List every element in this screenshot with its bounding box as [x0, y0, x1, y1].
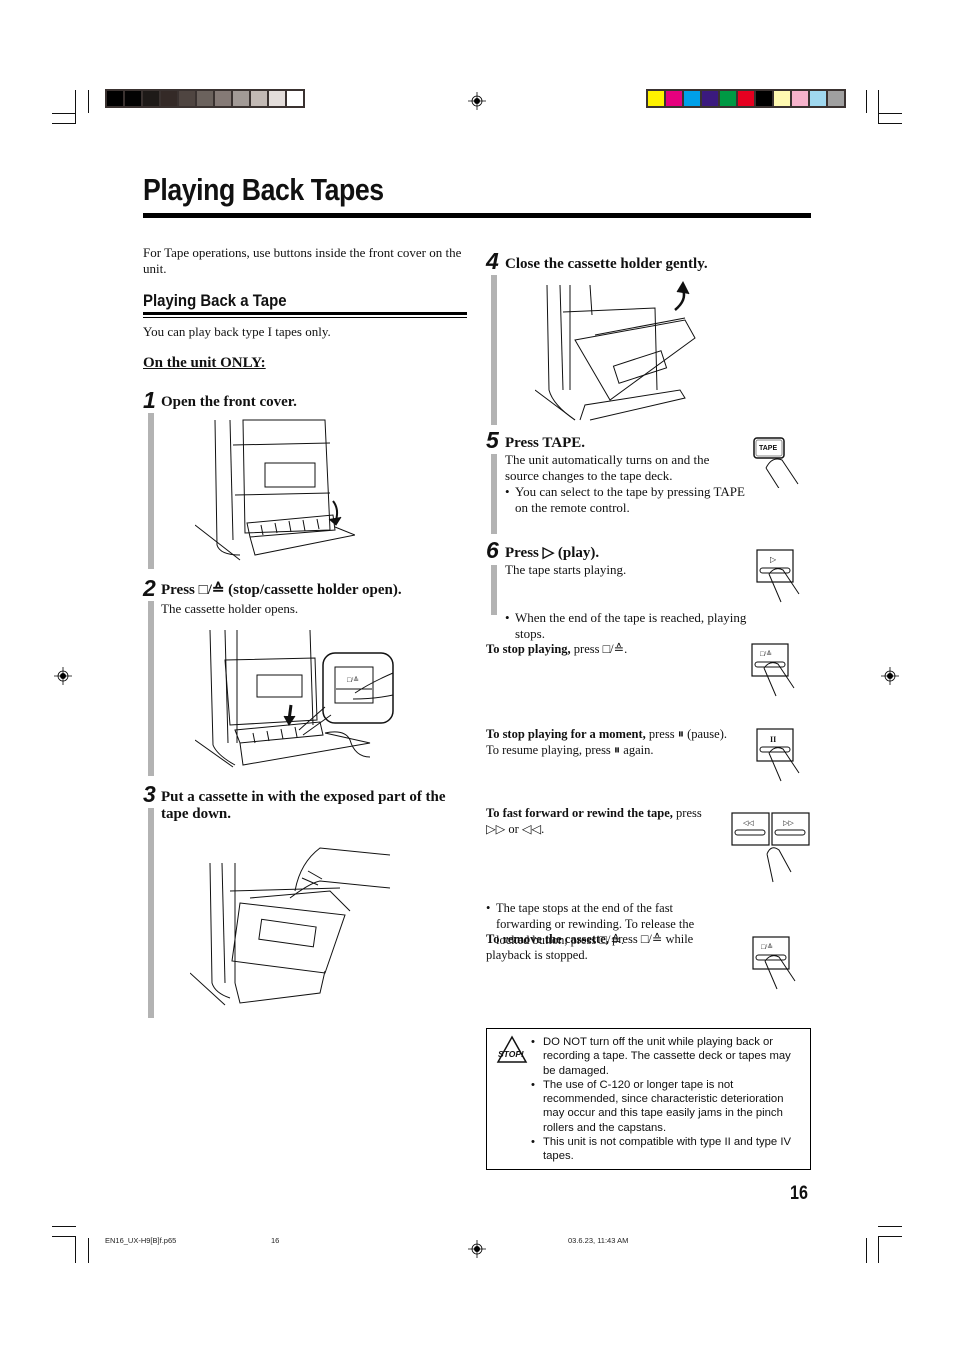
svg-text:□/≙: □/≙ — [347, 676, 359, 684]
caution-item: This unit is not compatible with type II… — [531, 1135, 801, 1164]
stop-eject-button-press-illustration[interactable]: □/≙ — [750, 642, 798, 700]
svg-text:▷▷: ▷▷ — [783, 819, 794, 827]
calibration-swatch — [143, 91, 159, 106]
calibration-swatch — [251, 91, 267, 106]
footer-page: 16 — [271, 1236, 280, 1245]
calibration-swatch — [215, 91, 231, 106]
step-bar — [491, 275, 497, 425]
step-number: 2 — [143, 575, 156, 601]
step-bar — [491, 565, 497, 615]
step-number: 6 — [486, 537, 499, 563]
insert-cassette-illustration — [189, 843, 395, 1008]
calibration-swatch — [666, 91, 682, 106]
step-bar — [148, 413, 154, 569]
step-body: The cassette holder opens. — [161, 601, 299, 616]
calibration-swatch — [125, 91, 141, 106]
calibration-swatch — [107, 91, 123, 106]
registration-target-icon — [881, 667, 899, 685]
caution-item: The use of C-120 or longer tape is not r… — [531, 1078, 801, 1135]
step-bullet: You can select to the tape by pressing T… — [505, 484, 750, 516]
svg-text:▷: ▷ — [770, 555, 777, 564]
step-bullet: When the end of the tape is reached, pla… — [505, 610, 750, 642]
step-6: 6 Press ▷ (play). The tape starts playin… — [0, 32, 954, 641]
step-number: 3 — [143, 781, 156, 807]
ffwd-rewind-button-press-illustration[interactable]: ◁◁ ▷▷ — [731, 812, 811, 884]
section-rule — [143, 312, 467, 315]
play-button-press-illustration[interactable]: ▷ — [755, 548, 803, 608]
calibration-swatch — [702, 91, 718, 106]
step-number: 5 — [486, 427, 499, 453]
stop-eject-button-press-illustration[interactable]: □/≙ — [751, 935, 799, 993]
svg-text:TAPE: TAPE — [759, 445, 777, 452]
step-heading: Close the cassette holder gently. — [505, 256, 708, 272]
stop-warning-icon: STOP! — [496, 1035, 528, 1063]
tape-button-press-illustration[interactable]: TAPE — [752, 436, 800, 491]
step-bar — [148, 601, 154, 776]
caution-box: STOP! DO NOT turn off the unit while pla… — [486, 1028, 811, 1170]
operation-text: To fast forward or rewind the tape, pres… — [486, 806, 702, 836]
operation-text: To stop playing for a moment, press ⏸ (p… — [486, 727, 727, 741]
step-number: 4 — [486, 248, 499, 274]
calibration-swatch — [756, 91, 772, 106]
close-cassette-holder-illustration — [534, 280, 705, 425]
footer-timestamp: 03.6.23, 11:43 AM — [568, 1236, 629, 1245]
operation-extra: To resume playing, press ⏸ again. — [486, 743, 654, 757]
step-heading: Open the front cover. — [161, 394, 297, 410]
registration-target-icon — [468, 1240, 486, 1258]
operation-text: To stop playing, press □/≙. — [486, 642, 628, 656]
step-bar — [491, 454, 497, 534]
tape-type-note: You can play back type I tapes only. — [143, 324, 331, 339]
calibration-swatch — [774, 91, 790, 106]
open-front-cover-illustration — [194, 415, 357, 565]
step-heading: Press TAPE. — [505, 435, 586, 451]
step-heading: Press □/≙ (stop/cassette holder open). — [161, 582, 402, 598]
calibration-swatch — [738, 91, 754, 106]
calibration-swatch — [828, 91, 844, 106]
press-stop-eject-illustration: □/≙ — [194, 625, 400, 775]
step-body: The tape starts playing. — [505, 562, 627, 577]
calibration-swatch — [233, 91, 249, 106]
grayscale-calibration-bar — [105, 89, 305, 108]
on-unit-only-subheading: On the unit ONLY: — [143, 355, 266, 371]
step-heading: Put a cassette in with the exposed part … — [161, 789, 446, 822]
calibration-swatch — [161, 91, 177, 106]
calibration-swatch — [179, 91, 195, 106]
intro-text: For Tape operations, use buttons inside … — [143, 245, 462, 276]
step-number: 1 — [143, 387, 156, 413]
section-rule-thin — [143, 317, 467, 318]
caution-list: DO NOT turn off the unit while playing b… — [531, 1035, 801, 1164]
operation-text: To remove the cassette, press □/≙ while … — [486, 932, 694, 962]
step-5: 5 Press TAPE. The unit automatically tur… — [0, 0, 954, 534]
calibration-swatch — [810, 91, 826, 106]
calibration-swatch — [720, 91, 736, 106]
pause-button-press-illustration[interactable]: II — [755, 727, 803, 785]
registration-target-icon — [54, 667, 72, 685]
svg-text:□/≙: □/≙ — [760, 650, 772, 658]
color-calibration-bar — [646, 89, 846, 108]
calibration-swatch — [684, 91, 700, 106]
registration-target-icon — [468, 92, 486, 110]
calibration-swatch — [287, 91, 303, 106]
page-number: 16 — [790, 1183, 808, 1204]
svg-text:STOP!: STOP! — [498, 1049, 524, 1059]
calibration-swatch — [197, 91, 213, 106]
svg-text:□/≙: □/≙ — [761, 943, 773, 951]
calibration-swatch — [792, 91, 808, 106]
caution-item: DO NOT turn off the unit while playing b… — [531, 1035, 801, 1078]
step-heading: Press ▷ (play). — [505, 545, 600, 561]
svg-text:II: II — [770, 735, 776, 744]
step-bar — [148, 808, 154, 1018]
calibration-swatch — [648, 91, 664, 106]
section-heading: Playing Back a Tape — [143, 291, 287, 310]
svg-text:◁◁: ◁◁ — [743, 819, 754, 827]
title-rule — [143, 213, 811, 218]
footer-filename: EN16_UX-H9[B]f.p65 — [105, 1236, 177, 1245]
page-title: Playing Back Tapes — [143, 172, 384, 207]
calibration-swatch — [269, 91, 285, 106]
step-body: The unit automatically turns on and the … — [505, 452, 710, 483]
